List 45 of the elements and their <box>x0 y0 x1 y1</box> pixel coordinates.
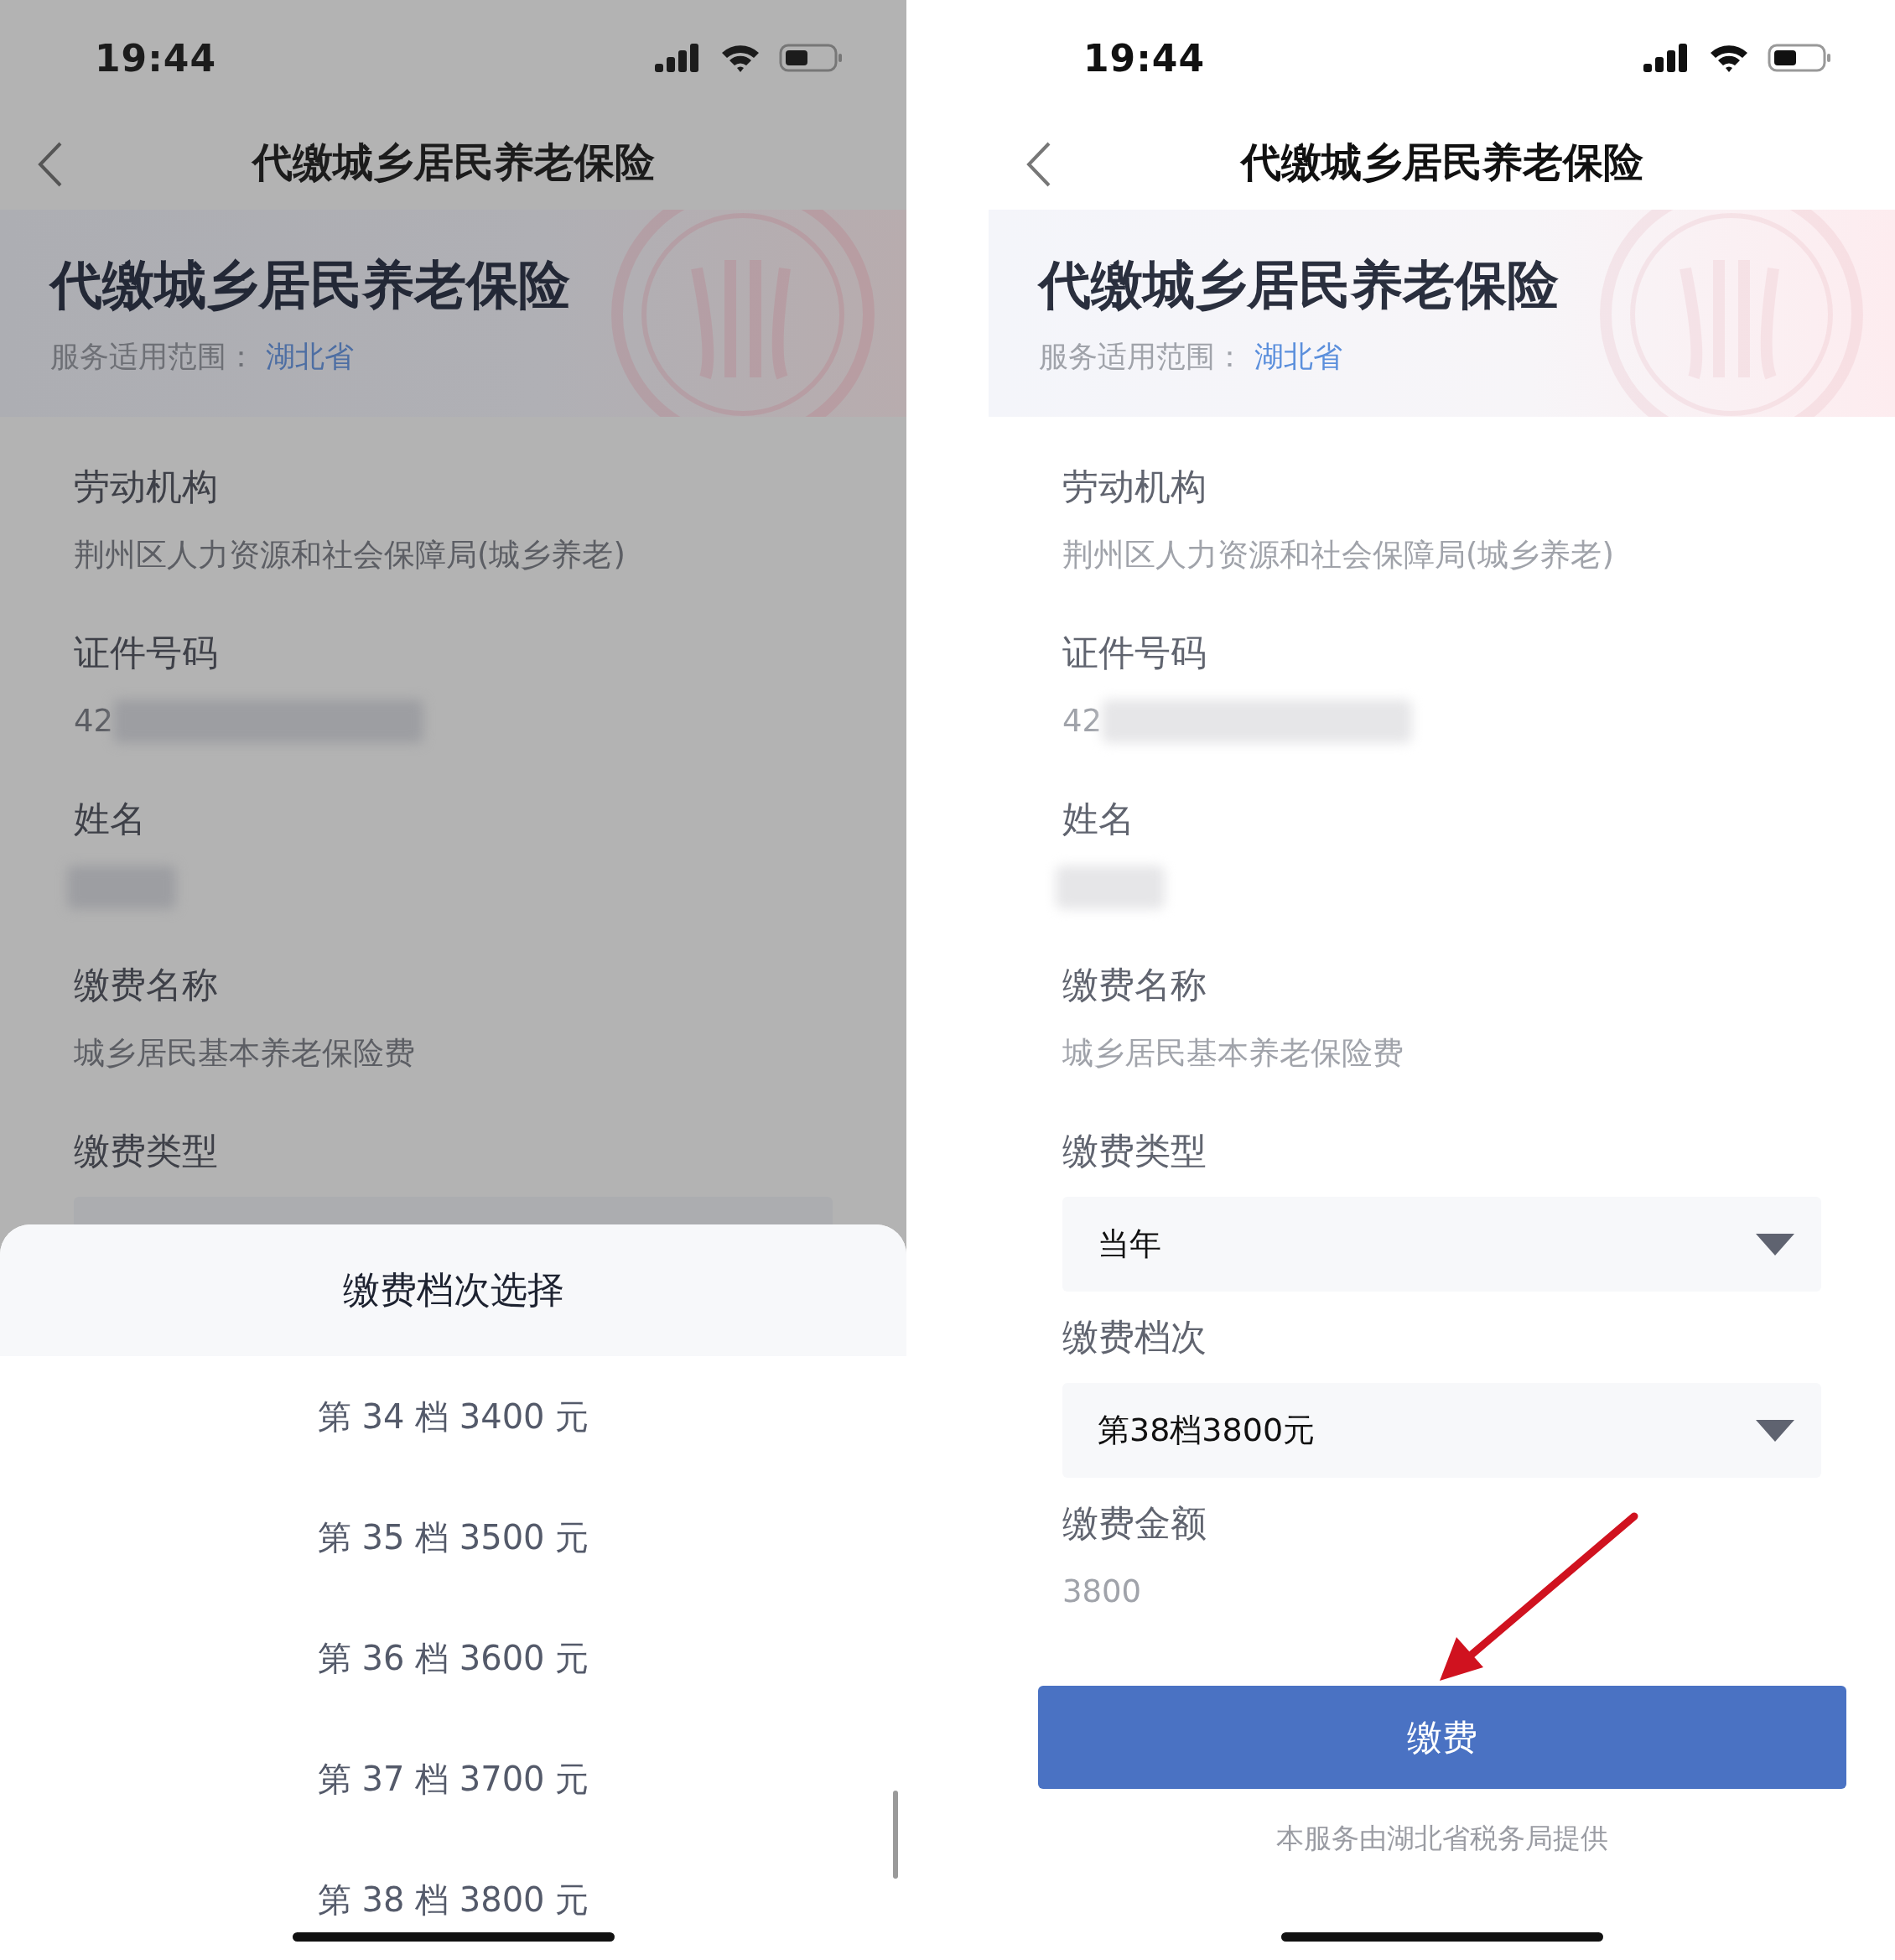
wifi-icon <box>1709 43 1749 73</box>
picker-option[interactable]: 第 36 档 3600 元 <box>0 1598 906 1718</box>
dropdown-caret-icon <box>1754 1231 1796 1257</box>
battery-icon <box>779 43 843 73</box>
picker-option[interactable]: 第 34 档 3400 元 <box>0 1356 906 1477</box>
field-value: 3800 <box>1062 1573 1143 1611</box>
field-value: 42 <box>74 702 114 741</box>
scope-value: 湖北省 <box>1254 339 1342 375</box>
field-label: 证件号码 <box>74 631 219 675</box>
pay-button[interactable]: 缴费 <box>1038 1686 1846 1789</box>
scope-label: 服务适用范围： <box>1039 339 1244 375</box>
field-label: 证件号码 <box>1062 631 1207 675</box>
field-label: 缴费类型 <box>74 1129 219 1173</box>
field-label: 缴费档次 <box>1062 1315 1207 1360</box>
field-label: 缴费类型 <box>1062 1129 1207 1173</box>
picker-option[interactable]: 第 37 档 3700 元 <box>0 1718 906 1839</box>
field-label: 缴费金额 <box>1062 1501 1207 1546</box>
field-label: 姓名 <box>1062 797 1135 841</box>
nav-title: 代缴城乡居民养老保险 <box>1240 138 1643 187</box>
dropdown-field[interactable]: 当年 <box>1062 1197 1821 1292</box>
dropdown-field[interactable]: 第38档3800元 <box>1062 1383 1821 1478</box>
battery-icon <box>1768 43 1831 73</box>
sheet-title: 缴费档次选择 <box>342 1267 564 1313</box>
scope-label: 服务适用范围： <box>50 339 256 375</box>
field-value: 城乡居民基本养老保险费 <box>74 1034 416 1073</box>
field-label: 劳动机构 <box>1062 465 1207 509</box>
field-label: 缴费名称 <box>1062 963 1207 1007</box>
field-label: 劳动机构 <box>74 465 219 509</box>
dropdown-caret-icon <box>1754 1417 1796 1443</box>
picker-option[interactable]: 第 35 档 3500 元 <box>0 1477 906 1598</box>
service-title: 代缴城乡居民养老保险 <box>1039 253 1560 317</box>
field-value: 荆州区人力资源和社会保障局(城乡养老) <box>1062 536 1615 574</box>
field-label: 缴费名称 <box>74 963 219 1007</box>
provider-note: 本服务由湖北省税务局提供 <box>1275 1821 1608 1856</box>
wifi-icon <box>720 43 761 73</box>
scope-value: 湖北省 <box>266 339 354 375</box>
status-time: 19:44 <box>95 36 217 80</box>
field-value: 42 <box>1062 702 1103 741</box>
nav-title: 代缴城乡居民养老保险 <box>252 138 655 187</box>
service-title: 代缴城乡居民养老保险 <box>50 253 571 317</box>
picker-option[interactable]: 第 38 档 3800 元 <box>0 1839 906 1960</box>
status-time: 19:44 <box>1083 36 1206 80</box>
field-value: 城乡居民基本养老保险费 <box>1062 1034 1404 1073</box>
field-label: 姓名 <box>74 797 147 841</box>
field-value: 荆州区人力资源和社会保障局(城乡养老) <box>74 536 626 574</box>
